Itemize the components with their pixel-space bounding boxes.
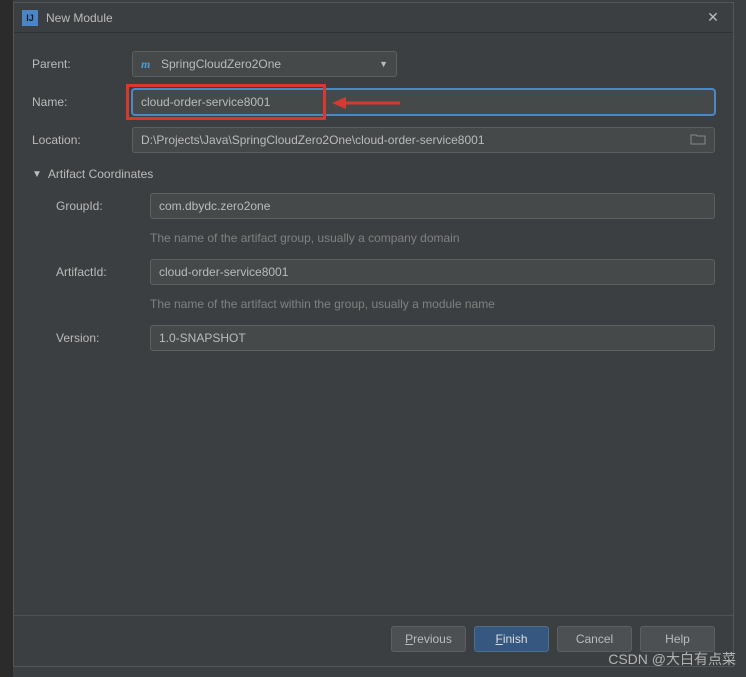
cancel-button[interactable]: Cancel: [557, 626, 632, 652]
name-label: Name:: [32, 95, 132, 109]
folder-icon[interactable]: [690, 133, 706, 147]
groupid-value: com.dbydc.zero2one: [159, 199, 270, 213]
artifact-coordinates-toggle[interactable]: ▼ Artifact Coordinates: [32, 167, 715, 181]
parent-label: Parent:: [32, 57, 132, 71]
close-icon[interactable]: ✕: [701, 6, 725, 30]
location-value: D:\Projects\Java\SpringCloudZero2One\clo…: [141, 133, 690, 147]
location-label: Location:: [32, 133, 132, 147]
help-button[interactable]: Help: [640, 626, 715, 652]
finish-button[interactable]: Finish: [474, 626, 549, 652]
version-label: Version:: [32, 331, 150, 345]
name-value: cloud-order-service8001: [141, 95, 270, 109]
parent-value: SpringCloudZero2One: [161, 57, 379, 71]
previous-button[interactable]: Previous: [391, 626, 466, 652]
artifactid-label: ArtifactId:: [32, 265, 150, 279]
titlebar: IJ New Module ✕: [14, 3, 733, 33]
parent-combo[interactable]: m SpringCloudZero2One ▼: [132, 51, 397, 77]
artifactid-value: cloud-order-service8001: [159, 265, 288, 279]
chevron-down-icon: ▼: [32, 169, 42, 180]
maven-icon: m: [141, 57, 155, 71]
groupid-input[interactable]: com.dbydc.zero2one: [150, 193, 715, 219]
name-input[interactable]: cloud-order-service8001: [132, 89, 715, 115]
dialog-content: Parent: m SpringCloudZero2One ▼ Name: cl…: [14, 33, 733, 615]
button-bar: Previous Finish Cancel Help: [14, 615, 733, 666]
groupid-hint: The name of the artifact group, usually …: [150, 231, 715, 245]
intellij-icon: IJ: [22, 10, 38, 26]
new-module-dialog: IJ New Module ✕ Parent: m SpringCloudZer…: [13, 2, 734, 667]
artifactid-hint: The name of the artifact within the grou…: [150, 297, 715, 311]
artifact-section-title: Artifact Coordinates: [48, 167, 153, 181]
location-input[interactable]: D:\Projects\Java\SpringCloudZero2One\clo…: [132, 127, 715, 153]
groupid-label: GroupId:: [32, 199, 150, 213]
editor-gutter: [0, 0, 13, 677]
artifactid-input[interactable]: cloud-order-service8001: [150, 259, 715, 285]
version-input[interactable]: 1.0-SNAPSHOT: [150, 325, 715, 351]
dialog-title: New Module: [46, 11, 701, 25]
version-value: 1.0-SNAPSHOT: [159, 331, 246, 345]
chevron-down-icon: ▼: [379, 59, 388, 69]
